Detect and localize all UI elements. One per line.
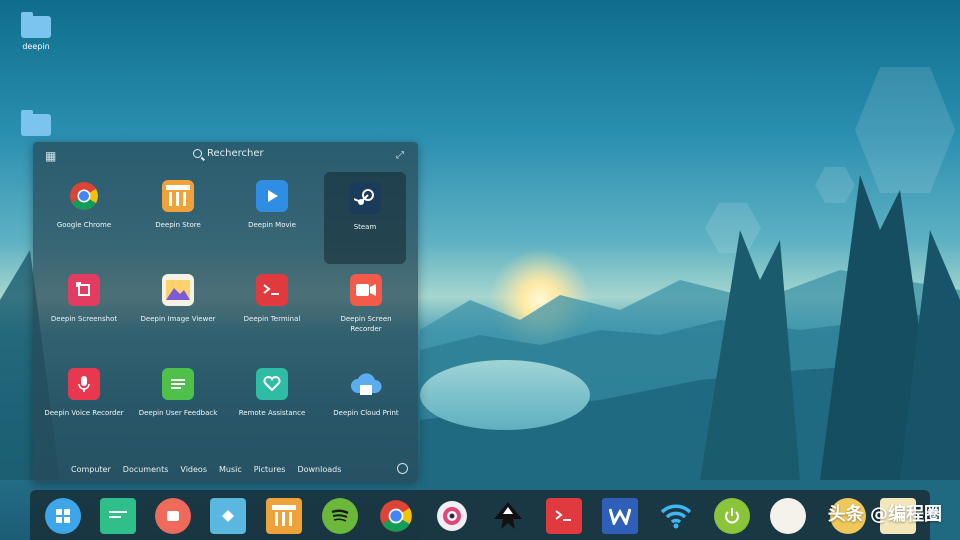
app-name: Deepin Terminal (243, 315, 301, 323)
category-computer[interactable]: Computer (71, 465, 111, 474)
app-launcher: ▦ Rechercher ⤢ Google Chrome Deepin Stor… (33, 142, 418, 482)
search-placeholder: Rechercher (207, 148, 264, 159)
app-item-deepin-cloud-print[interactable]: Deepin Cloud Print (320, 360, 412, 454)
deepin-app-icon[interactable] (100, 498, 136, 534)
folder-icon (21, 110, 51, 136)
cloud-print-icon (350, 368, 382, 400)
app-name: Steam (353, 223, 377, 231)
app-item-deepin-store[interactable]: Deepin Store (132, 172, 224, 266)
app-name: Deepin Cloud Print (333, 409, 399, 417)
app-name: Deepin Screenshot (50, 315, 118, 323)
desktop-folder[interactable] (6, 110, 66, 140)
store-icon[interactable] (210, 498, 246, 534)
app-item-deepin-screenshot[interactable]: Deepin Screenshot (38, 266, 130, 360)
app-item-deepin-movie[interactable]: Deepin Movie (226, 172, 318, 266)
store-alt-icon[interactable] (266, 498, 302, 534)
app-item-deepin-screen-recorder[interactable]: Deepin Screen Recorder (320, 266, 412, 360)
app-item-deepin-user-feedback[interactable]: Deepin User Feedback (132, 360, 224, 454)
app-item-chrome[interactable]: Google Chrome (38, 172, 130, 266)
screen-recorder-icon[interactable] (155, 498, 191, 534)
grid-view-icon[interactable]: ▦ (45, 150, 57, 162)
desktop-icon-label: deepin (22, 42, 50, 51)
power-settings-icon[interactable] (397, 463, 408, 474)
inkscape-icon[interactable] (490, 498, 526, 534)
search-icon (193, 149, 202, 158)
chrome-icon (68, 180, 100, 212)
power-icon[interactable] (714, 498, 750, 534)
wps-writer-icon[interactable] (602, 498, 638, 534)
app-item-steam[interactable]: Steam (324, 172, 406, 264)
terminal-icon (256, 274, 288, 306)
app-name: Deepin Movie (248, 221, 296, 229)
category-documents[interactable]: Documents (123, 465, 169, 474)
app-name: Google Chrome (56, 221, 112, 229)
movie-icon (256, 180, 288, 212)
spotify-icon[interactable] (322, 498, 358, 534)
app-name: Deepin Store (155, 221, 201, 229)
app-item-deepin-voice-recorder[interactable]: Deepin Voice Recorder (38, 360, 130, 454)
terminal-icon[interactable] (546, 498, 582, 534)
watermark: 头条 @编程圈 (827, 504, 942, 525)
wifi-icon[interactable] (658, 498, 694, 534)
chrome-icon[interactable] (378, 498, 414, 534)
steam-icon (349, 182, 381, 214)
launcher-icon[interactable] (45, 498, 81, 534)
category-bar: Computer Documents Videos Music Pictures… (71, 465, 341, 474)
app-item-remote-assistance[interactable]: Remote Assistance (226, 360, 318, 454)
expand-icon[interactable]: ⤢ (396, 150, 404, 161)
settings-flower-icon[interactable] (434, 498, 470, 534)
app-icon[interactable] (770, 498, 806, 534)
search-box[interactable]: Rechercher (193, 148, 264, 159)
desktop-folder-deepin[interactable]: deepin (6, 12, 66, 51)
category-downloads[interactable]: Downloads (297, 465, 341, 474)
category-music[interactable]: Music (219, 465, 242, 474)
feedback-icon (162, 368, 194, 400)
category-videos[interactable]: Videos (180, 465, 207, 474)
app-item-deepin-terminal[interactable]: Deepin Terminal (226, 266, 318, 360)
remote-assistance-icon (256, 368, 288, 400)
app-item-deepin-image-viewer[interactable]: Deepin Image Viewer (132, 266, 224, 360)
folder-icon (21, 12, 51, 38)
store-icon (162, 180, 194, 212)
image-viewer-icon (162, 274, 194, 306)
dock (30, 490, 930, 540)
app-name: Deepin Screen Recorder (340, 315, 392, 333)
wallpaper-lake (420, 360, 590, 430)
voice-recorder-icon (68, 368, 100, 400)
screen-recorder-icon (350, 274, 382, 306)
screenshot-icon (68, 274, 100, 306)
app-grid: Google Chrome Deepin Store Deepin Movie … (38, 172, 413, 454)
app-name: Deepin User Feedback (138, 409, 218, 417)
category-pictures[interactable]: Pictures (254, 465, 286, 474)
app-name: Remote Assistance (238, 409, 306, 417)
app-name: Deepin Image Viewer (140, 315, 216, 323)
app-name: Deepin Voice Recorder (44, 409, 124, 417)
